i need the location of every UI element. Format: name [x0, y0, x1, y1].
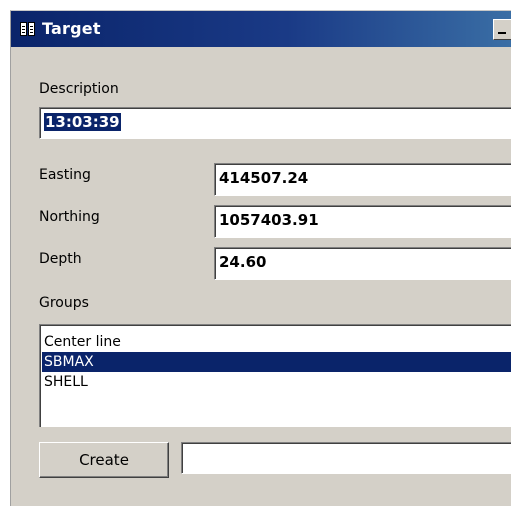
easting-field[interactable]: 414507.24: [214, 163, 511, 196]
description-label: Description: [39, 81, 119, 97]
list-item[interactable]: SBMAX: [42, 352, 511, 372]
easting-label: Easting: [39, 167, 91, 183]
easting-value: 414507.24: [219, 169, 309, 187]
depth-field[interactable]: 24.60: [214, 247, 511, 280]
groups-listbox[interactable]: Center line SBMAX SHELL: [39, 324, 511, 427]
list-item[interactable]: Center line: [42, 332, 511, 352]
list-item-label: SHELL: [44, 374, 88, 390]
list-item-label: Center line: [44, 334, 121, 350]
title-bar[interactable]: Target: [11, 11, 511, 47]
groups-label: Groups: [39, 295, 89, 311]
northing-field[interactable]: 1057403.91: [214, 205, 511, 238]
list-item[interactable]: SHELL: [42, 372, 511, 392]
description-value: 13:03:39: [44, 113, 121, 131]
minimize-button[interactable]: [493, 19, 511, 40]
depth-label: Depth: [39, 251, 82, 267]
minimize-icon: [498, 32, 506, 34]
northing-label: Northing: [39, 209, 100, 225]
northing-value: 1057403.91: [219, 211, 319, 229]
create-button[interactable]: Create: [39, 442, 169, 478]
depth-value: 24.60: [219, 253, 267, 271]
create-name-input[interactable]: [181, 442, 511, 474]
window-title: Target: [42, 19, 101, 38]
target-dialog: Target Description 13:03:39 Easting 4145…: [10, 10, 511, 506]
book-icon: [20, 22, 36, 36]
description-field[interactable]: 13:03:39: [39, 107, 511, 139]
list-item-label: SBMAX: [44, 354, 94, 370]
